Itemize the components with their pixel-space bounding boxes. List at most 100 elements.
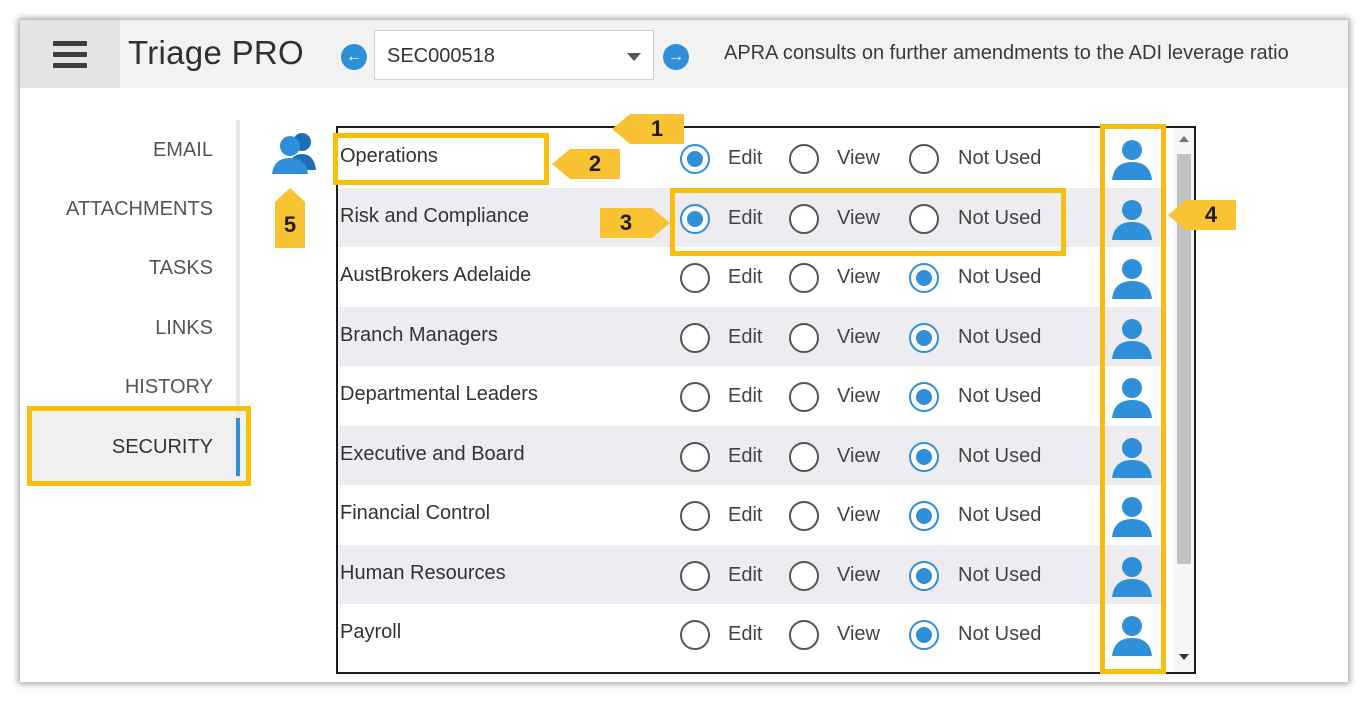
radio-not-used[interactable] — [909, 501, 939, 531]
radio-label-view: View — [837, 206, 880, 229]
radio-edit[interactable] — [680, 382, 710, 412]
sidebar-item-links[interactable]: LINKS — [20, 317, 230, 340]
group-name: Branch Managers — [340, 323, 498, 346]
sidebar-item-tasks[interactable]: TASKS — [20, 257, 230, 280]
radio-label-edit: Edit — [728, 147, 763, 169]
radio-label-not-used: Not Used — [958, 623, 1042, 645]
radio-view[interactable] — [789, 441, 819, 472]
callout-2: 2 — [552, 149, 620, 179]
radio-label-view: View — [837, 325, 880, 348]
user-group-icon[interactable] — [270, 130, 320, 176]
radio-edit[interactable] — [680, 620, 710, 650]
radio-label-edit: Edit — [728, 266, 763, 288]
radio-label-not-used: Not Used — [958, 266, 1042, 288]
user-icon[interactable] — [1110, 317, 1154, 359]
sidebar-item-email[interactable]: EMAIL — [20, 139, 230, 162]
radio-view[interactable] — [789, 501, 819, 531]
table-row: AustBrokers Adelaide Edit View Not Used — [338, 247, 1162, 306]
radio-label-view: View — [837, 147, 880, 169]
scroll-up-icon[interactable] — [1179, 136, 1189, 142]
radio-label-not-used: Not Used — [958, 504, 1042, 526]
record-select[interactable]: SEC000518 — [374, 30, 654, 80]
sidebar-item-history[interactable]: HISTORY — [20, 376, 230, 399]
user-icon[interactable] — [1110, 436, 1154, 478]
table-row: Departmental Leaders Edit View Not Used — [338, 366, 1162, 425]
radio-edit[interactable] — [680, 203, 710, 234]
radio-edit[interactable] — [680, 441, 710, 472]
radio-label-not-used: Not Used — [958, 563, 1042, 586]
radio-label-not-used: Not Used — [958, 444, 1042, 467]
user-icon[interactable] — [1110, 138, 1154, 180]
arrow-right-circle-icon[interactable]: → — [663, 44, 689, 70]
scroll-down-icon[interactable] — [1179, 654, 1189, 660]
user-icon[interactable] — [1110, 555, 1154, 597]
user-icon[interactable] — [1110, 614, 1154, 656]
radio-view[interactable] — [789, 560, 819, 591]
app-title: Triage PRO — [128, 34, 304, 71]
table-row: Financial Control Edit View Not Used — [338, 485, 1162, 544]
group-name: Payroll — [340, 621, 402, 643]
radio-edit[interactable] — [680, 263, 710, 293]
radio-not-used[interactable] — [909, 620, 939, 650]
radio-label-view: View — [837, 623, 880, 645]
radio-not-used[interactable] — [909, 144, 939, 174]
group-name: Executive and Board — [340, 442, 525, 465]
table-row: Human Resources Edit View Not Used — [338, 544, 1162, 604]
group-name: Risk and Compliance — [340, 204, 529, 227]
radio-label-not-used: Not Used — [958, 147, 1042, 169]
table-row: Branch Managers Edit View Not Used — [338, 306, 1162, 366]
sidebar-item-security[interactable]: SECURITY — [20, 436, 230, 459]
radio-label-edit: Edit — [728, 623, 763, 645]
table-row: Operations Edit View Not Used — [338, 128, 1162, 187]
radio-not-used[interactable] — [909, 382, 939, 412]
user-icon[interactable] — [1110, 376, 1154, 418]
user-icon[interactable] — [1110, 198, 1154, 240]
callout-3: 3 — [600, 208, 670, 238]
radio-label-view: View — [837, 266, 880, 288]
group-name: AustBrokers Adelaide — [340, 264, 532, 286]
hamburger-icon[interactable] — [20, 20, 120, 88]
radio-label-edit: Edit — [728, 504, 763, 526]
table-row: Risk and Compliance Edit View Not Used — [338, 187, 1162, 247]
group-name: Departmental Leaders — [340, 383, 538, 405]
radio-label-edit: Edit — [728, 206, 763, 229]
radio-view[interactable] — [789, 263, 819, 293]
callout-5: 5 — [275, 188, 305, 248]
radio-view[interactable] — [789, 144, 819, 174]
top-bar: Triage PRO ← SEC000518 → APRA consults o… — [20, 20, 1348, 88]
sidebar-item-attachments[interactable]: ATTACHMENTS — [20, 198, 230, 221]
group-name: Operations — [340, 145, 438, 167]
radio-not-used[interactable] — [909, 441, 939, 472]
user-icon[interactable] — [1110, 257, 1154, 299]
radio-edit[interactable] — [680, 144, 710, 174]
radio-edit[interactable] — [680, 501, 710, 531]
callout-4: 4 — [1168, 200, 1236, 230]
radio-label-edit: Edit — [728, 444, 763, 467]
radio-not-used[interactable] — [909, 263, 939, 293]
radio-label-view: View — [837, 385, 880, 407]
radio-view[interactable] — [789, 382, 819, 412]
radio-label-view: View — [837, 444, 880, 467]
radio-label-edit: Edit — [728, 385, 763, 407]
arrow-left-circle-icon[interactable]: ← — [341, 44, 367, 70]
radio-label-edit: Edit — [728, 325, 763, 348]
radio-view[interactable] — [789, 203, 819, 234]
radio-label-view: View — [837, 504, 880, 526]
radio-label-edit: Edit — [728, 563, 763, 586]
radio-not-used[interactable] — [909, 322, 939, 353]
radio-edit[interactable] — [680, 322, 710, 353]
user-icon[interactable] — [1110, 495, 1154, 537]
record-select-value: SEC000518 — [387, 45, 495, 67]
radio-view[interactable] — [789, 322, 819, 353]
radio-label-not-used: Not Used — [958, 325, 1042, 348]
chevron-down-icon — [627, 53, 641, 61]
callout-1: 1 — [612, 114, 684, 144]
radio-label-not-used: Not Used — [958, 206, 1042, 229]
security-grid: Operations Edit View Not Used Risk and Compl… — [336, 126, 1196, 674]
table-row: Payroll Edit View Not Used — [338, 604, 1162, 663]
radio-not-used[interactable] — [909, 203, 939, 234]
radio-edit[interactable] — [680, 560, 710, 591]
radio-label-not-used: Not Used — [958, 385, 1042, 407]
radio-not-used[interactable] — [909, 560, 939, 591]
radio-view[interactable] — [789, 620, 819, 650]
